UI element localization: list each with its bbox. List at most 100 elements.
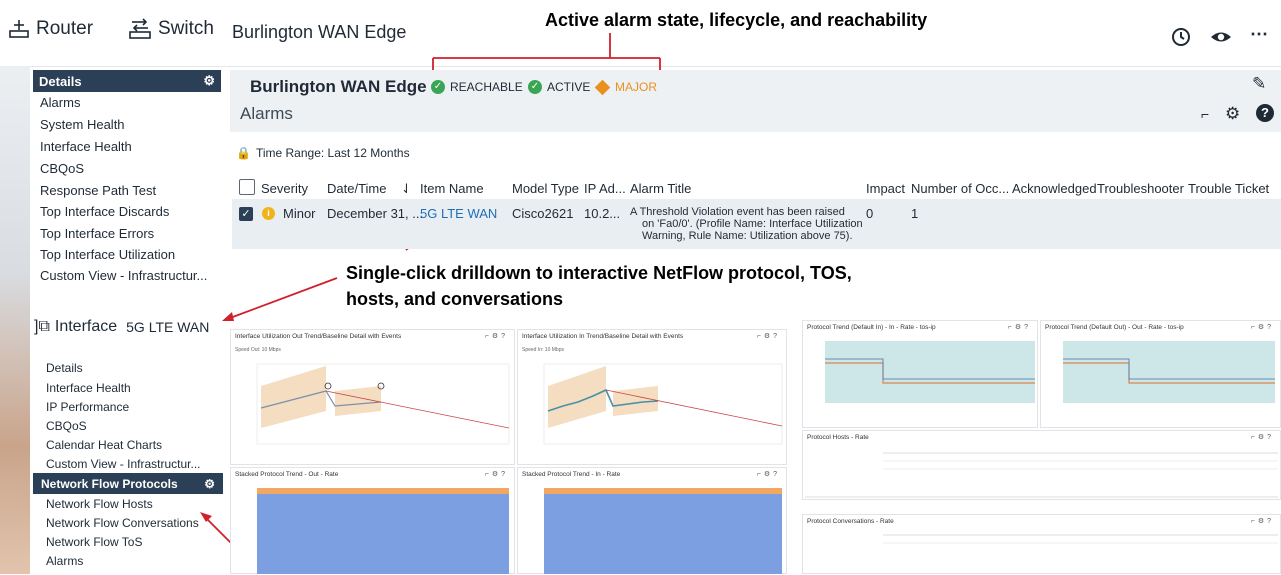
interface-item-network-flow-protocols[interactable]: Network Flow Protocols ⚙	[33, 473, 223, 494]
row-occurrences: 1	[911, 206, 919, 221]
col-item-name[interactable]: Item Name	[420, 181, 484, 196]
sidebar-item-system-health[interactable]: System Health	[40, 117, 125, 132]
gear-icon[interactable]: ⚙	[1225, 104, 1240, 124]
active-badge: ✓ ACTIVE	[528, 80, 590, 94]
active-item-label: Network Flow Protocols	[41, 476, 178, 491]
col-ip-address[interactable]: IP Ad...	[584, 181, 626, 196]
interface-item-cbqos[interactable]: CBQoS	[46, 419, 87, 433]
time-range-label: Time Range: Last 12 Months	[255, 146, 410, 160]
conversations-title: Protocol Conversations - Rate	[807, 518, 894, 525]
row-model: Cisco2621	[512, 206, 574, 221]
collapse-icon[interactable]: ⌐	[1201, 106, 1209, 122]
row-datetime: December 31, ...	[327, 206, 424, 221]
col-occurrences[interactable]: Number of Occ...	[911, 181, 1009, 196]
interface-item-alarms[interactable]: Alarms	[46, 554, 83, 568]
check-circle-icon: ✓	[431, 80, 445, 94]
callout-drilldown-line2: hosts, and conversations	[346, 289, 564, 309]
proto-in-title: Protocol Trend (Default In) - In - Rate …	[807, 324, 936, 331]
stack-in-chart[interactable]: Stacked Protocol Trend - In - Rate ⌐⚙?	[517, 467, 787, 574]
col-impact[interactable]: Impact	[866, 181, 905, 196]
panel-icons[interactable]: ⌐⚙?	[757, 332, 780, 340]
check-circle-icon: ✓	[528, 80, 542, 94]
sidebar-item-top-interface-errors[interactable]: Top Interface Errors	[40, 226, 154, 241]
sidebar-item-top-interface-utilization[interactable]: Top Interface Utilization	[40, 247, 175, 262]
row-severity: Minor	[283, 206, 316, 221]
hosts-title: Protocol Hosts - Rate	[807, 434, 869, 441]
panel-icons[interactable]: ⌐⚙?	[757, 470, 780, 478]
eye-icon[interactable]	[1209, 28, 1233, 51]
more-icon[interactable]: ⋯	[1250, 24, 1268, 45]
proto-out-chart[interactable]: Protocol Trend (Default Out) - Out - Rat…	[1040, 320, 1281, 428]
sidebar-item-alarms[interactable]: Alarms	[40, 95, 80, 110]
panel-icons[interactable]: ⌐⚙?	[485, 470, 508, 478]
row-impact: 0	[866, 206, 874, 221]
callout-drilldown-line1: Single-click drilldown to interactive Ne…	[346, 263, 852, 283]
proto-out-title: Protocol Trend (Default Out) - Out - Rat…	[1045, 324, 1184, 331]
edit-pencil-icon[interactable]: ✎	[1252, 74, 1266, 94]
sidebar-item-details[interactable]: Details ⚙	[33, 70, 221, 92]
interface-item-network-flow-tos[interactable]: Network Flow ToS	[46, 535, 142, 549]
time-range[interactable]: 🔒 Time Range: Last 12 Months	[236, 146, 410, 160]
alarms-title: Alarms	[240, 104, 293, 123]
conversations-panel[interactable]: Protocol Conversations - Rate ⌐⚙?	[802, 514, 1281, 574]
panel-icons[interactable]: ⌐⚙?	[1251, 433, 1274, 441]
util-in-chart[interactable]: Interface Utilization In Trend/Baseline …	[517, 329, 787, 465]
interface-item-network-flow-hosts[interactable]: Network Flow Hosts	[46, 497, 153, 511]
panel-icons[interactable]: ⌐⚙?	[1251, 323, 1274, 331]
stack-out-title: Stacked Protocol Trend - Out - Rate	[235, 471, 339, 478]
util-out-plot	[256, 363, 510, 445]
lock-icon: 🔒	[236, 146, 251, 160]
severity-badge: MAJOR	[594, 79, 657, 95]
col-alarm-title[interactable]: Alarm Title	[630, 181, 691, 196]
row-alarm-title: A Threshold Violation event has been rai…	[630, 206, 863, 242]
interface-item-ip-performance[interactable]: IP Performance	[46, 400, 129, 414]
device-name: Burlington WAN Edge	[250, 77, 427, 96]
sidebar-item-custom-view[interactable]: Custom View - Infrastructur...	[40, 268, 207, 283]
info-warning-icon: i	[262, 207, 275, 220]
interface-item-calendar-heat[interactable]: Calendar Heat Charts	[46, 438, 162, 452]
util-in-title: Interface Utilization In Trend/Baseline …	[522, 333, 684, 340]
util-out-title: Interface Utilization Out Trend/Baseline…	[235, 333, 402, 340]
col-datetime[interactable]: Date/Time	[327, 181, 386, 196]
sidebar-item-interface-health[interactable]: Interface Health	[40, 139, 132, 154]
gear-icon[interactable]: ⚙	[204, 477, 215, 491]
proto-in-chart[interactable]: Protocol Trend (Default In) - In - Rate …	[802, 320, 1038, 428]
col-troubleshooter[interactable]: Troubleshooter	[1097, 181, 1184, 196]
help-icon[interactable]: ?	[1256, 104, 1274, 122]
col-acknowledged[interactable]: Acknowledged	[1012, 181, 1097, 196]
reachable-label: REACHABLE	[450, 80, 523, 94]
sidebar-item-top-interface-discards[interactable]: Top Interface Discards	[40, 204, 169, 219]
proto-out-plot	[1063, 341, 1275, 403]
history-icon[interactable]	[1170, 26, 1192, 53]
interface-item-interface-health[interactable]: Interface Health	[46, 381, 131, 395]
interface-icon: ]⧉	[34, 318, 50, 335]
active-label: ACTIVE	[547, 80, 591, 94]
proto-in-plot	[825, 341, 1035, 403]
stack-out-chart[interactable]: Stacked Protocol Trend - Out - Rate ⌐⚙?	[230, 467, 515, 574]
panel-icons[interactable]: ⌐⚙?	[1008, 323, 1031, 331]
diamond-warning-icon	[594, 79, 611, 95]
panel-icons[interactable]: ⌐⚙?	[1251, 517, 1274, 525]
interface-item-details[interactable]: Details	[46, 361, 83, 375]
col-model-type[interactable]: Model Type	[512, 181, 579, 196]
util-out-chart[interactable]: Interface Utilization Out Trend/Baseline…	[230, 329, 515, 465]
sort-desc-icon[interactable]: ⇃	[401, 181, 412, 197]
col-severity[interactable]: Severity	[261, 181, 308, 196]
severity-label: MAJOR	[615, 80, 657, 94]
panel-icons[interactable]: ⌐⚙?	[485, 332, 508, 340]
row-item-link[interactable]: 5G LTE WAN	[420, 206, 497, 221]
gear-icon[interactable]: ⚙	[203, 73, 215, 89]
sidebar-item-response-path-test[interactable]: Response Path Test	[40, 183, 156, 198]
conversations-table-lines	[883, 534, 1278, 544]
speed-out: Speed Out: 10 Mbps	[235, 347, 281, 353]
row-checkbox[interactable]: ✓	[239, 207, 253, 221]
stack-out-plot	[257, 488, 509, 574]
background-photo-strip	[0, 66, 30, 574]
sidebar-header-label: Details	[39, 73, 82, 89]
interface-item-custom-view[interactable]: Custom View - Infrastructur...	[46, 457, 201, 471]
reachable-badge: ✓ REACHABLE	[431, 80, 523, 94]
sidebar-item-cbqos[interactable]: CBQoS	[40, 161, 84, 176]
select-all-checkbox[interactable]	[239, 179, 255, 195]
interface-item-network-flow-conversations[interactable]: Network Flow Conversations	[46, 516, 199, 530]
hosts-panel[interactable]: Protocol Hosts - Rate ⌐⚙?	[802, 430, 1281, 500]
